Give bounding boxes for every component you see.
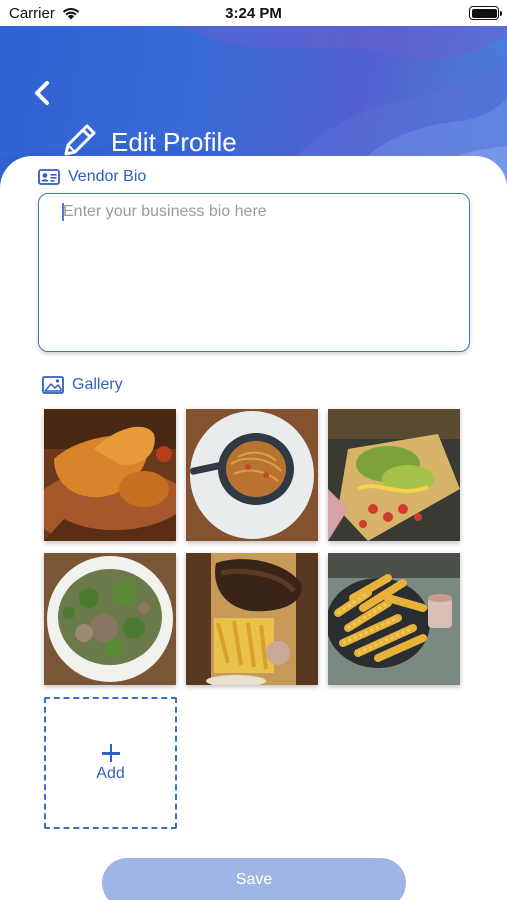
gallery-photo-5[interactable] bbox=[186, 553, 318, 685]
gallery-photo-6[interactable] bbox=[328, 553, 460, 685]
back-button[interactable] bbox=[26, 76, 58, 110]
battery-icon bbox=[469, 6, 502, 20]
text-cursor bbox=[62, 203, 64, 221]
crinkle-fries-photo bbox=[328, 553, 460, 685]
noodle-bowl-photo bbox=[186, 409, 318, 541]
chevron-left-icon bbox=[35, 81, 49, 105]
grilled-meat-fries-photo bbox=[186, 553, 318, 685]
gallery-photo-3[interactable] bbox=[328, 409, 460, 541]
pencil-icon bbox=[64, 124, 96, 156]
gallery-label: Gallery bbox=[42, 376, 123, 394]
status-time: 3:24 PM bbox=[225, 5, 282, 22]
add-photo-button[interactable]: Add bbox=[44, 697, 177, 829]
save-button[interactable]: Save bbox=[102, 858, 406, 900]
id-card-icon bbox=[38, 169, 60, 185]
gallery-photo-4[interactable] bbox=[44, 553, 176, 685]
vendor-bio-label: Vendor Bio bbox=[38, 168, 146, 186]
salad-plate-photo bbox=[44, 553, 176, 685]
vendor-bio-label-text: Vendor Bio bbox=[68, 168, 147, 185]
status-bar: Carrier 3:24 PM bbox=[0, 0, 507, 26]
gallery-label-text: Gallery bbox=[72, 376, 123, 393]
page-title: Edit Profile bbox=[111, 127, 237, 157]
vendor-bio-field[interactable] bbox=[38, 193, 470, 352]
plus-icon bbox=[101, 743, 121, 763]
add-photo-label: Add bbox=[96, 765, 125, 782]
gallery-photo-2[interactable] bbox=[186, 409, 318, 541]
gallery-photo-1[interactable] bbox=[44, 409, 176, 541]
nachos-photo bbox=[328, 409, 460, 541]
vendor-bio-textarea[interactable] bbox=[63, 203, 445, 342]
fried-food-photo bbox=[44, 409, 176, 541]
image-icon bbox=[42, 376, 64, 394]
